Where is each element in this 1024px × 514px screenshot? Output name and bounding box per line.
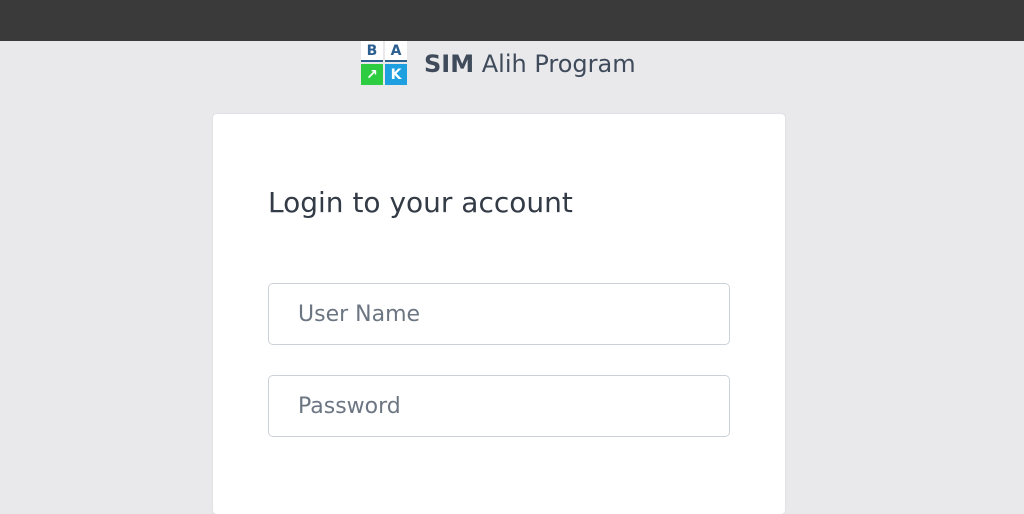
password-input[interactable]	[268, 375, 730, 437]
brand-header: B A ↗ K SIM Alih Program	[361, 41, 636, 86]
top-bar	[0, 0, 1024, 41]
logo-arrow-icon: ↗	[361, 64, 383, 85]
login-card: Login to your account	[213, 114, 785, 514]
logo-letter-a: A	[385, 41, 407, 62]
logo-letter-k: K	[385, 64, 407, 85]
login-title: Login to your account	[268, 186, 573, 219]
username-input[interactable]	[268, 283, 730, 345]
app-name-rest: Alih Program	[474, 49, 636, 78]
logo-letter-b: B	[361, 41, 383, 62]
app-name: SIM Alih Program	[424, 50, 636, 78]
brand-logo: B A ↗ K	[361, 41, 407, 86]
app-name-strong: SIM	[424, 49, 475, 78]
